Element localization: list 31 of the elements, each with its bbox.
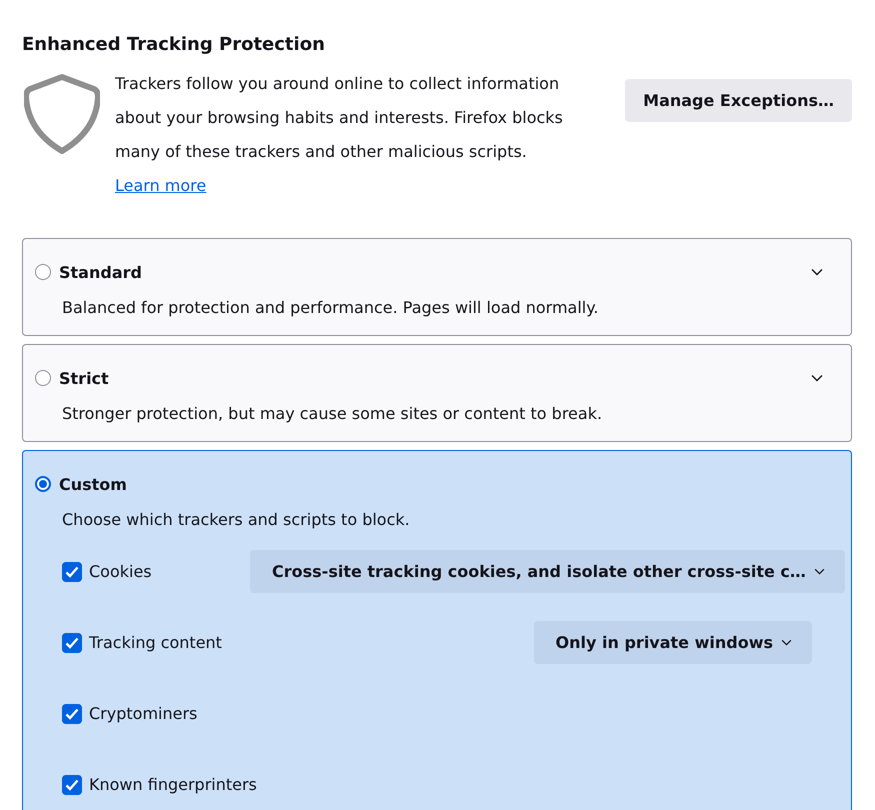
option-label: Strict xyxy=(59,368,109,388)
checkbox-label: Tracking content xyxy=(89,632,223,654)
checkbox[interactable] xyxy=(62,632,82,652)
checkbox-label: Cookies xyxy=(89,560,153,582)
option-card[interactable]: Custom Choose which trackers and scripts to block. Cookies Cross-site tracking cookies, and isolate other cross-site c… Tracking content Only in private windows Cryptominers Known fingerprinters xyxy=(22,450,852,810)
dropdown-button[interactable]: Only in private windows xyxy=(534,621,812,664)
dropdown-button[interactable]: Cross-site tracking cookies, and isolate other cross-site c… xyxy=(250,550,845,593)
chevron-icon[interactable] xyxy=(811,374,823,382)
shield-icon xyxy=(24,73,100,155)
option-label: Custom xyxy=(59,474,127,494)
radio-button[interactable] xyxy=(35,370,51,386)
checkbox[interactable] xyxy=(62,562,82,582)
option-label: Standard xyxy=(59,262,142,282)
option-description: Stronger protection, but may cause some sites or content to break. xyxy=(62,404,604,423)
chevron-icon[interactable] xyxy=(811,268,823,276)
chevron-icon xyxy=(814,568,825,575)
radio-button[interactable] xyxy=(35,264,51,280)
option-card[interactable]: Standard Balanced for protection and performance. Pages will load normally. xyxy=(22,238,852,336)
radio-button[interactable] xyxy=(35,476,51,492)
checkbox-label: Known fingerprinters xyxy=(89,774,257,796)
checkbox[interactable] xyxy=(62,774,82,794)
description-text: Trackers follow you around online to collect information about your browsing habits and interests. Firefox blocks many of these trackers and other malicious scripts. xyxy=(115,73,564,163)
learn-more-link[interactable]: Learn more xyxy=(115,176,206,195)
checkbox[interactable] xyxy=(62,704,82,724)
chevron-icon xyxy=(781,639,792,646)
option-description: Choose which trackers and scripts to block. xyxy=(62,510,411,529)
manage-exceptions-button[interactable]: Manage Exceptions… xyxy=(625,79,852,122)
option-description: Balanced for protection and performance. Pages will load normally. xyxy=(62,298,600,317)
checkbox-label: Cryptominers xyxy=(89,702,198,724)
option-card[interactable]: Strict Stronger protection, but may cause some sites or content to break. xyxy=(22,344,852,442)
section-heading: Enhanced Tracking Protection xyxy=(22,34,326,55)
